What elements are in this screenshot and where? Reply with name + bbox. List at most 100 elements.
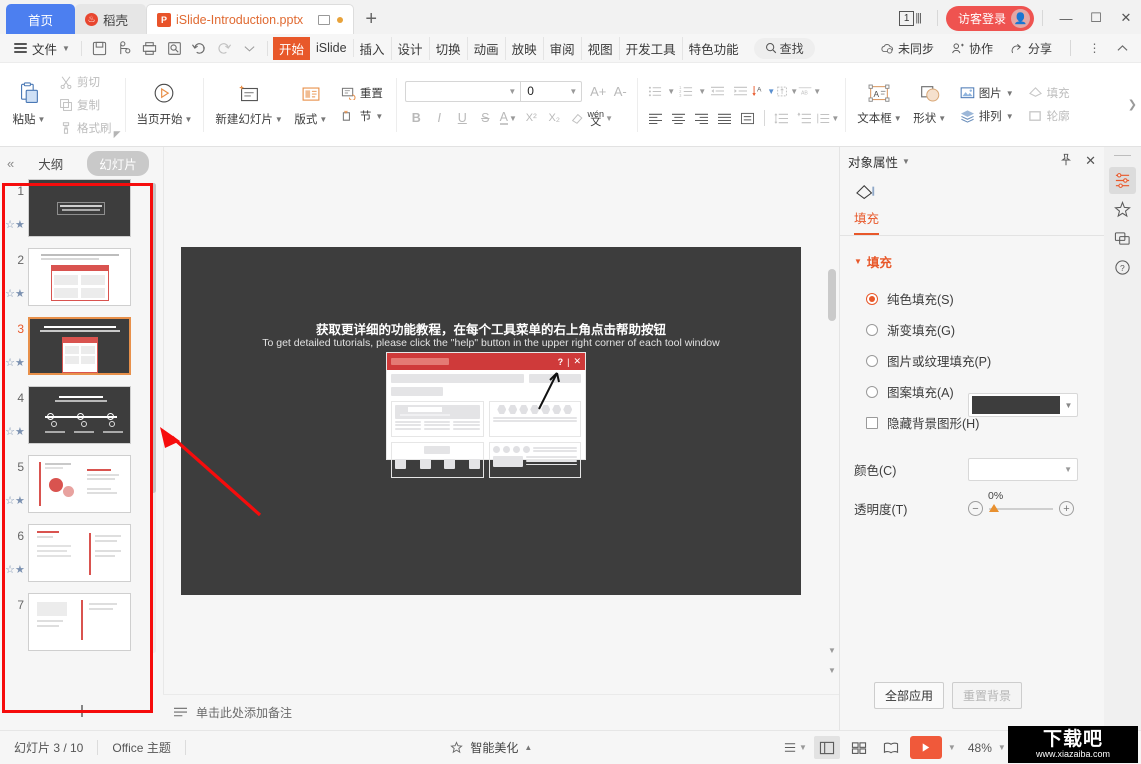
shrink-font-button[interactable]: A- xyxy=(609,81,631,102)
close-icon[interactable]: ✕ xyxy=(1085,153,1096,169)
italic-button[interactable]: I xyxy=(428,108,450,129)
chevron-up-icon[interactable] xyxy=(1110,37,1135,59)
monitor-icon[interactable] xyxy=(318,14,331,25)
tab-document[interactable]: P iSlide-Introduction.pptx xyxy=(146,4,355,34)
chevron-down-icon[interactable]: ▼ xyxy=(667,87,675,96)
increase-indent-button[interactable] xyxy=(729,81,752,101)
superscript-button[interactable]: X² xyxy=(520,108,542,129)
ribbon-tab-animations[interactable]: 动画 xyxy=(468,36,506,60)
save-as-icon[interactable] xyxy=(112,37,137,59)
page-count-badge[interactable]: 1 ||| xyxy=(898,10,922,26)
clipboard-dialog-launcher[interactable]: ◤ xyxy=(114,129,121,140)
tab-home[interactable]: 首页 xyxy=(6,4,76,34)
textbox-button[interactable]: A 文本框 ▼ xyxy=(852,80,906,129)
reading-view-button[interactable] xyxy=(878,736,904,759)
layout-button[interactable]: 版式 ▼ xyxy=(288,79,334,130)
thumbnail-image[interactable] xyxy=(28,386,131,444)
bullet-list-button[interactable] xyxy=(644,81,667,101)
thumbnail-image[interactable] xyxy=(28,524,131,582)
redo-icon[interactable] xyxy=(212,37,237,59)
thumbnail-image[interactable] xyxy=(28,248,131,306)
copy-button[interactable]: 复制 xyxy=(55,96,116,114)
canvas-vertical-scrollbar[interactable]: ▼ ▼ xyxy=(828,151,836,675)
font-name-input[interactable]: ▼ xyxy=(405,80,521,102)
close-icon[interactable]: ✕ xyxy=(573,356,581,367)
animation-star-icon[interactable]: ☆★ xyxy=(5,494,25,507)
current-slide[interactable]: 获取更详细的功能教程，在每个工具菜单的右上角点击帮助按钮 To get deta… xyxy=(181,247,801,595)
close-button[interactable]: ✕ xyxy=(1111,4,1141,32)
align-text-button[interactable]: ▼ xyxy=(775,81,798,101)
strikethrough-button[interactable]: S xyxy=(474,108,496,129)
text-direction-button[interactable]: A ▼ xyxy=(752,81,775,101)
thumbnail-list[interactable]: 1 ☆★ 2 ☆★ 3 ☆★ 4 ☆★ 5 ☆★ 6 ☆★ 7 xyxy=(0,179,163,659)
ribbon-tab-view[interactable]: 视图 xyxy=(582,36,620,60)
new-tab-button[interactable]: + xyxy=(354,4,388,34)
radio-solid-fill[interactable] xyxy=(866,292,878,305)
option-picture-texture-fill[interactable]: 图片或纹理填充(P) xyxy=(866,351,1104,370)
start-from-current-button[interactable]: 当页开始 ▼ xyxy=(132,79,198,130)
add-slide-button[interactable]: plus-icon xyxy=(0,700,163,722)
thumbnail-item[interactable]: 7 xyxy=(6,593,163,651)
popup-card[interactable] xyxy=(391,442,484,478)
numbered-list-button[interactable]: 123 xyxy=(675,81,698,101)
tab-docer[interactable]: ♨ 稻壳 xyxy=(75,4,147,34)
notes-pane[interactable]: 单击此处添加备注 xyxy=(163,694,839,730)
ribbon-tab-start[interactable]: 开始 xyxy=(272,36,310,60)
file-menu-button[interactable]: 文件 ▼ xyxy=(8,39,76,58)
normal-view-button[interactable] xyxy=(813,736,840,759)
thumbnail-image[interactable] xyxy=(28,455,131,513)
align-center-button[interactable] xyxy=(667,108,690,128)
chevron-down-icon[interactable]: ▼ xyxy=(948,743,956,752)
reading-layout-button[interactable]: ▼ xyxy=(782,736,808,759)
ribbon-tab-developer[interactable]: 开发工具 xyxy=(620,36,683,60)
font-size-input[interactable]: 0 ▼ xyxy=(520,80,583,102)
ribbon-tab-design[interactable]: 设计 xyxy=(392,36,430,60)
section-button[interactable]: 节 ▼ xyxy=(337,107,387,125)
thumbnail-image-selected[interactable] xyxy=(28,317,131,375)
fill-section-header[interactable]: ▼ 填充 xyxy=(840,236,1104,271)
radio-pattern-fill[interactable] xyxy=(866,385,878,398)
thumbnail-item[interactable]: 5 ☆★ xyxy=(5,455,163,513)
thumbnail-item[interactable]: 2 ☆★ xyxy=(5,248,163,306)
reset-background-button[interactable]: 重置背景 xyxy=(952,682,1023,709)
maximize-button[interactable]: ☐ xyxy=(1081,4,1111,32)
animation-star-icon[interactable]: ☆★ xyxy=(5,563,25,576)
save-icon[interactable] xyxy=(87,37,112,59)
cut-button[interactable]: 剪切 xyxy=(55,73,116,91)
bold-button[interactable]: B xyxy=(405,108,427,129)
help-icon[interactable]: ? xyxy=(1109,254,1136,281)
align-right-button[interactable] xyxy=(690,108,713,128)
apply-all-button[interactable]: 全部应用 xyxy=(874,682,945,709)
radio-gradient-fill[interactable] xyxy=(866,323,878,336)
print-preview-icon[interactable] xyxy=(162,37,187,59)
slide-canvas-area[interactable]: 获取更详细的功能教程，在每个工具菜单的右上角点击帮助按钮 To get deta… xyxy=(163,147,839,694)
tab-outline[interactable]: 大纲 xyxy=(26,151,75,176)
new-slide-button[interactable]: 新建幻灯片 ▼ xyxy=(210,79,287,130)
align-left-button[interactable] xyxy=(644,108,667,128)
shape-button[interactable]: 形状 ▼ xyxy=(907,80,953,129)
ribbon-tab-review[interactable]: 审阅 xyxy=(544,36,582,60)
beautify-caret-icon[interactable]: ▲ xyxy=(524,743,532,752)
phonetic-guide-button[interactable]: wén 文 ▼ xyxy=(588,108,613,129)
scroll-double-down-icon[interactable]: ▼ xyxy=(828,666,836,675)
animation-star-icon[interactable]: ☆★ xyxy=(5,356,25,369)
shape-outline-button[interactable]: 轮廓 xyxy=(1024,107,1074,125)
justify-button[interactable] xyxy=(713,108,736,128)
animation-star-icon[interactable]: ☆★ xyxy=(5,218,25,231)
decrease-indent-button[interactable] xyxy=(706,81,729,101)
option-gradient-fill[interactable]: 渐变填充(G) xyxy=(866,320,1104,339)
print-icon[interactable] xyxy=(137,37,162,59)
tab-slides[interactable]: 幻灯片 xyxy=(87,150,149,176)
transparency-increase-button[interactable]: + xyxy=(1059,501,1074,516)
find-button[interactable]: 查找 xyxy=(753,37,815,59)
arrange-button[interactable]: 排列 ▼ xyxy=(956,107,1018,125)
double-chevron-left-icon[interactable]: « xyxy=(7,156,14,171)
scrollbar-thumb[interactable] xyxy=(828,269,836,321)
transparency-decrease-button[interactable]: − xyxy=(968,501,983,516)
login-button[interactable]: 访客登录 👤 xyxy=(945,5,1034,31)
scrollbar-thumb[interactable] xyxy=(151,183,156,493)
selection-pane-icon[interactable] xyxy=(1109,225,1136,252)
subscript-button[interactable]: X₂ xyxy=(543,108,565,129)
effects-icon[interactable] xyxy=(1109,196,1136,223)
underline-button[interactable]: U xyxy=(451,108,473,129)
